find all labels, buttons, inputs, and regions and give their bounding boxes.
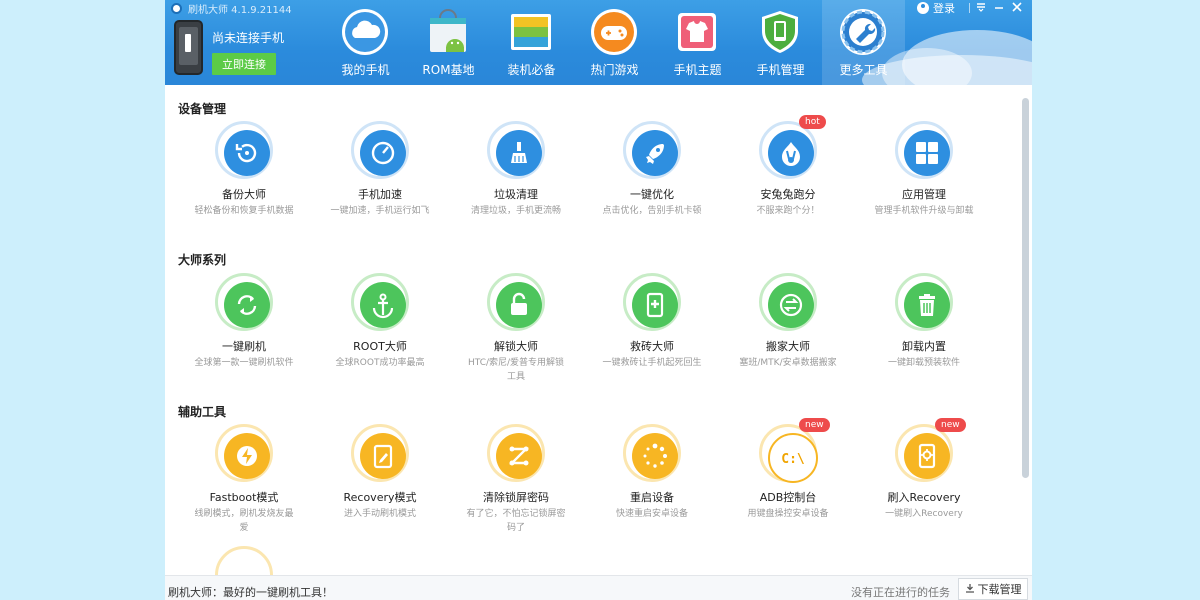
title-bar: 刷机大师 4.1.9.21144 xyxy=(171,1,292,16)
section-title-master: 大师系列 xyxy=(178,253,227,267)
connect-button[interactable]: 立即连接 xyxy=(212,53,276,75)
minimize-icon[interactable] xyxy=(992,1,1006,15)
nav-my-phone[interactable]: 我的手机 xyxy=(324,0,407,85)
top-nav: 我的手机 ROM基地 装机必备 热门游戏 手机主题 手机管理 更多工具 xyxy=(324,0,905,85)
nav-hot-games[interactable]: 热门游戏 xyxy=(573,0,656,85)
wrench-gear-icon xyxy=(840,9,886,55)
transfer-icon xyxy=(768,282,814,328)
gamepad-icon xyxy=(591,9,637,55)
nav-essentials[interactable]: 装机必备 xyxy=(490,0,573,85)
terminal-icon: C:\ xyxy=(768,433,818,483)
tshirt-icon xyxy=(678,13,716,51)
hot-badge: hot xyxy=(799,115,826,129)
status-slogan: 刷机大师：最好的一键刷机工具！ xyxy=(168,586,333,599)
refresh-icon xyxy=(224,282,270,328)
phone-device-icon xyxy=(174,20,203,75)
nav-rom-base[interactable]: ROM基地 xyxy=(407,0,490,85)
apps-grid-icon xyxy=(904,130,950,176)
device-status: 尚未连接手机 xyxy=(212,31,285,45)
nav-more-tools[interactable]: 更多工具 xyxy=(822,0,905,85)
rocket-icon xyxy=(632,130,678,176)
scrollbar[interactable] xyxy=(1022,98,1029,478)
menu-icon[interactable] xyxy=(974,1,988,15)
speedometer-icon xyxy=(360,130,406,176)
app-window: 刷机大师 4.1.9.21144 登录 尚未连接手机 立即连接 我的手机 ROM… xyxy=(165,0,1032,600)
svg-text:C:\: C:\ xyxy=(781,452,805,467)
cloud-icon xyxy=(342,9,388,55)
close-icon[interactable] xyxy=(1010,1,1024,15)
new-badge: new xyxy=(799,418,830,432)
new-badge: new xyxy=(935,418,966,432)
lightning-icon xyxy=(224,433,270,479)
section-title-device: 设备管理 xyxy=(178,102,227,116)
shield-phone-icon xyxy=(762,11,798,53)
loading-icon xyxy=(632,433,678,479)
anchor-icon xyxy=(360,282,406,328)
pattern-lock-icon xyxy=(496,433,542,479)
login-link[interactable]: 登录 xyxy=(933,0,955,16)
phone-gear-icon xyxy=(904,433,950,479)
app-logo-icon xyxy=(171,2,182,14)
window-controls: 登录 xyxy=(917,0,1024,16)
user-icon xyxy=(917,2,929,14)
nav-phone-manage[interactable]: 手机管理 xyxy=(739,0,822,85)
layers-icon xyxy=(511,14,551,50)
phone-medical-icon xyxy=(632,282,678,328)
backup-icon xyxy=(224,130,270,176)
section-title-aux: 辅助工具 xyxy=(178,405,227,419)
status-bar: 刷机大师：最好的一键刷机工具！ 没有正在进行的任务 下载管理 xyxy=(165,575,1032,600)
top-header: 刷机大师 4.1.9.21144 登录 尚未连接手机 立即连接 我的手机 ROM… xyxy=(165,0,1032,85)
app-title: 刷机大师 4.1.9.21144 xyxy=(188,4,292,16)
download-icon xyxy=(965,583,975,596)
tablet-edit-icon xyxy=(360,433,406,479)
task-status: 没有正在进行的任务 xyxy=(851,586,950,599)
download-manager-button[interactable]: 下载管理 xyxy=(958,578,1028,600)
shopping-bag-android-icon xyxy=(430,9,466,52)
broom-icon xyxy=(496,130,542,176)
unlock-icon xyxy=(496,282,542,328)
rabbit-flame-icon xyxy=(768,130,814,176)
nav-phone-theme[interactable]: 手机主题 xyxy=(656,0,739,85)
trash-icon xyxy=(904,282,950,328)
partial-next-tool xyxy=(215,546,273,575)
